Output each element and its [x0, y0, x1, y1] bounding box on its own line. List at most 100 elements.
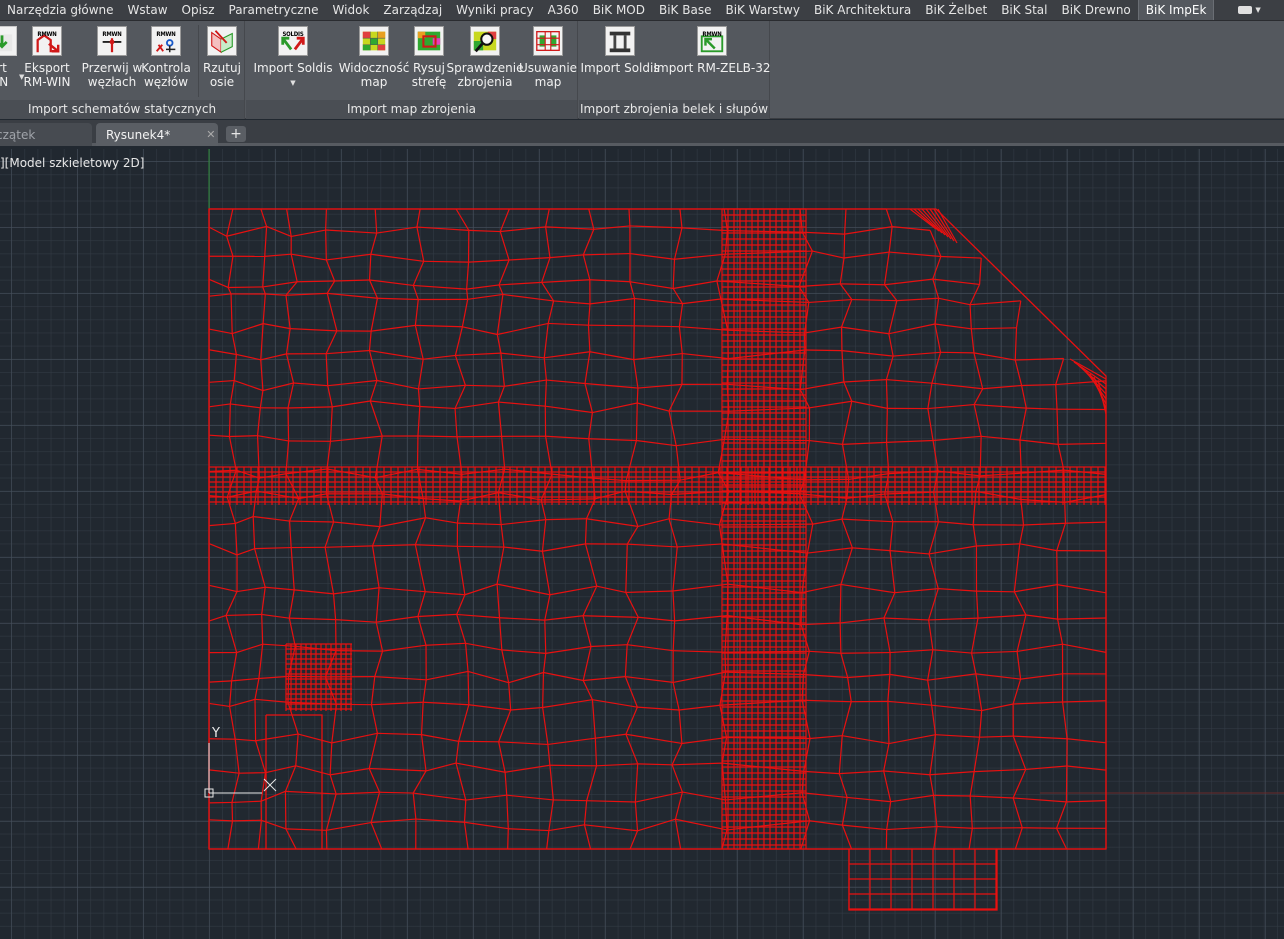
mesh-edge — [803, 770, 840, 775]
mesh-edge — [295, 765, 331, 776]
mesh-edge — [582, 680, 593, 700]
mesh-edge — [1066, 765, 1107, 771]
tab-a360[interactable]: A360 — [541, 0, 586, 20]
mesh-edge — [936, 825, 973, 829]
doc-tab-start[interactable]: czątek — [0, 123, 92, 146]
mesh-edge — [979, 735, 1014, 738]
import-rmwin-button[interactable]: rt IN — [0, 26, 18, 89]
tab-bik-impek[interactable]: BiK ImpEk — [1137, 0, 1215, 20]
mesh-edge — [229, 380, 235, 405]
mesh-edge — [285, 353, 295, 384]
mesh-edge — [370, 792, 381, 823]
mesh-edge — [927, 403, 975, 410]
mesh-edge — [226, 470, 237, 498]
mesh-edge — [369, 349, 424, 360]
mesh-edge — [1019, 439, 1059, 445]
mesh-edge — [679, 326, 728, 331]
mesh-edge — [334, 279, 370, 282]
import-soldis-belki-button[interactable]: Import Soldis — [580, 26, 660, 75]
mesh-edge — [883, 617, 891, 653]
tab-bik-zelbet[interactable]: BiK Żelbet — [918, 0, 994, 20]
tab-zarzadzaj[interactable]: Zarządzaj — [376, 0, 449, 20]
tab-bik-architektura[interactable]: BiK Architektura — [807, 0, 918, 20]
mesh-edge — [847, 796, 891, 803]
tab-bik-warstwy[interactable]: BiK Warstwy — [718, 0, 807, 20]
mesh-edge — [418, 384, 466, 390]
mesh-edge — [501, 649, 510, 683]
mesh-edge — [625, 440, 638, 481]
mesh-edge — [457, 522, 502, 526]
tab-bik-mod[interactable]: BiK MOD — [586, 0, 652, 20]
mesh-edge — [369, 279, 414, 287]
mesh-edge — [889, 550, 896, 593]
mesh-edge — [1013, 591, 1027, 616]
mesh-edge — [839, 584, 842, 623]
chevron-down-icon: ▼ — [1255, 6, 1261, 14]
mesh-edge — [970, 300, 1021, 306]
mesh-edge — [542, 707, 549, 745]
mesh-edge — [261, 587, 266, 615]
mesh-edge — [508, 671, 544, 684]
tab-wstaw[interactable]: Wstaw — [121, 0, 175, 20]
mesh-edge — [840, 617, 885, 624]
sprawdzenie-zbrojenia-button[interactable]: Sprawdzenie zbrojenia — [447, 26, 523, 89]
mesh-edge — [254, 678, 260, 700]
mesh-edge — [265, 293, 286, 296]
mesh-edge — [415, 544, 458, 547]
mesh-edge — [325, 230, 327, 260]
mesh-edge — [970, 652, 977, 675]
mesh-edge — [883, 743, 890, 772]
mesh-edge — [843, 381, 853, 402]
mesh-edge — [582, 615, 592, 647]
mesh-edge — [1019, 543, 1057, 552]
mesh-edge — [588, 412, 593, 439]
mesh-edge — [929, 771, 975, 776]
usuwanie-map-button[interactable]: Usuwanie map — [519, 26, 577, 89]
tab-bik-drewno[interactable]: BiK Drewno — [1054, 0, 1137, 20]
mesh-edge — [1064, 494, 1107, 503]
mesh-edge — [293, 382, 328, 387]
mesh-edge — [468, 229, 501, 233]
mesh-edge — [636, 439, 677, 447]
mesh-edge — [885, 355, 894, 380]
import-rm-zelb-button[interactable]: RMWN Import RM-ZELB-32 — [654, 26, 771, 75]
ribbon-display-toggle[interactable]: ▼ — [1232, 0, 1266, 20]
eksport-rmwin-button[interactable]: RMWN Eksport RM-WIN — [22, 26, 72, 89]
mesh-edge — [228, 436, 237, 471]
mesh-edge — [841, 350, 894, 357]
mesh-edge — [412, 285, 419, 300]
mesh-edge — [931, 352, 942, 384]
tab-widok[interactable]: Widok — [326, 0, 377, 20]
rysuj-strefe-button[interactable]: Rysuj strefę — [410, 26, 448, 89]
mesh-edge — [978, 710, 983, 738]
mesh-edge — [230, 403, 261, 409]
widocznosc-map-button[interactable]: Widoczność map — [338, 26, 410, 89]
kontrola-wezlow-button[interactable]: RMWN Kontrola węzłów — [140, 26, 192, 89]
mesh-edge — [463, 822, 469, 850]
button-label-line2: zbrojenia — [457, 75, 513, 89]
mesh-edge — [1055, 384, 1058, 410]
mesh-edge — [932, 256, 942, 280]
button-label-line1: Rzutuj — [203, 61, 241, 75]
tab-bik-stal[interactable]: BiK Stal — [994, 0, 1054, 20]
import-soldis-button[interactable]: SOLDIS Import Soldis ▼ — [253, 26, 333, 90]
tab-bik-base[interactable]: BiK Base — [652, 0, 718, 20]
mesh-edge — [462, 326, 498, 336]
tab-opisz[interactable]: Opisz — [175, 0, 222, 20]
przerwij-w-wezlach-button[interactable]: RMWN Przerwij w węzłach — [82, 26, 142, 89]
mesh-edge — [208, 278, 229, 289]
mesh-edge — [935, 734, 980, 738]
mesh-edge — [458, 740, 499, 743]
tab-narzedzia-glowne[interactable]: Narzędzia główne — [0, 0, 121, 20]
mesh-edge — [455, 352, 501, 357]
button-label-line1: rt — [0, 61, 7, 75]
tab-wyniki-pracy[interactable]: Wyniki pracy — [449, 0, 540, 20]
rzutuj-osie-button[interactable]: Rzutuj osie — [202, 26, 242, 89]
new-tab-button[interactable]: + — [226, 126, 246, 142]
tab-parametryczne[interactable]: Parametryczne — [222, 0, 326, 20]
mesh-edge — [844, 208, 847, 235]
mesh-edge — [679, 208, 683, 228]
doc-tab-rysunek4[interactable]: Rysunek4* ✕ — [96, 123, 218, 146]
close-icon[interactable]: ✕ — [206, 128, 215, 141]
mesh-edge — [257, 820, 262, 850]
